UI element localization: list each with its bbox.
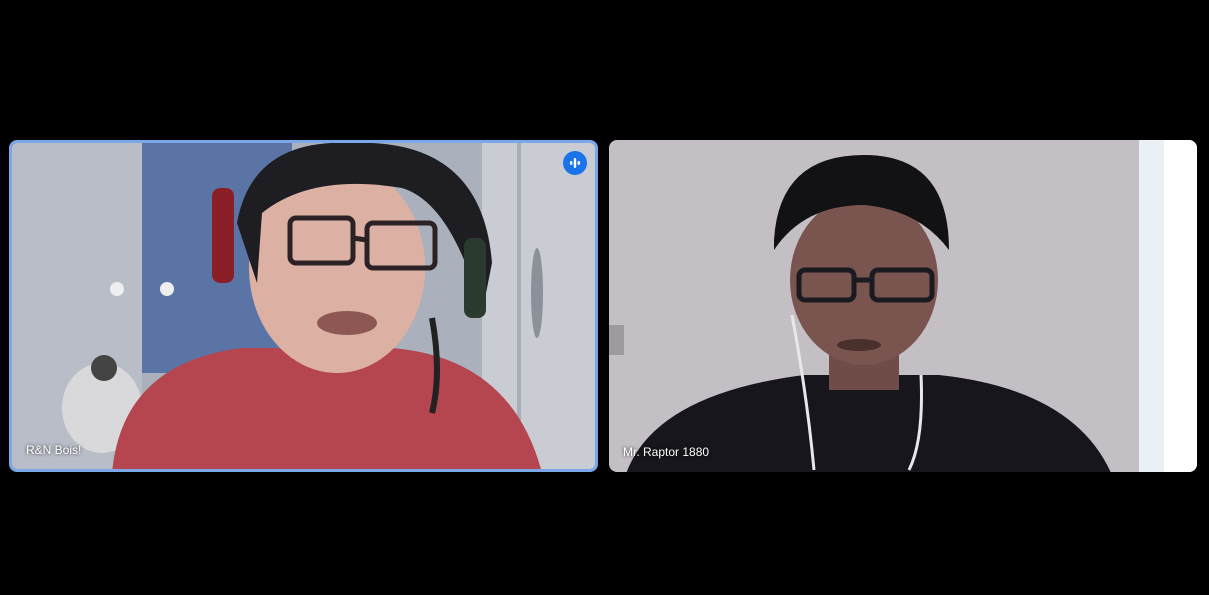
participant-tile-1[interactable]: R&N Bois!	[9, 140, 598, 472]
video-feed-2	[609, 140, 1197, 472]
video-feed-1	[12, 143, 595, 469]
participant-tile-2[interactable]: Mr. Raptor 1880	[609, 140, 1197, 472]
audio-level-icon	[563, 151, 587, 175]
participant-name: R&N Bois!	[26, 443, 82, 457]
participant-name: Mr. Raptor 1880	[623, 445, 710, 459]
